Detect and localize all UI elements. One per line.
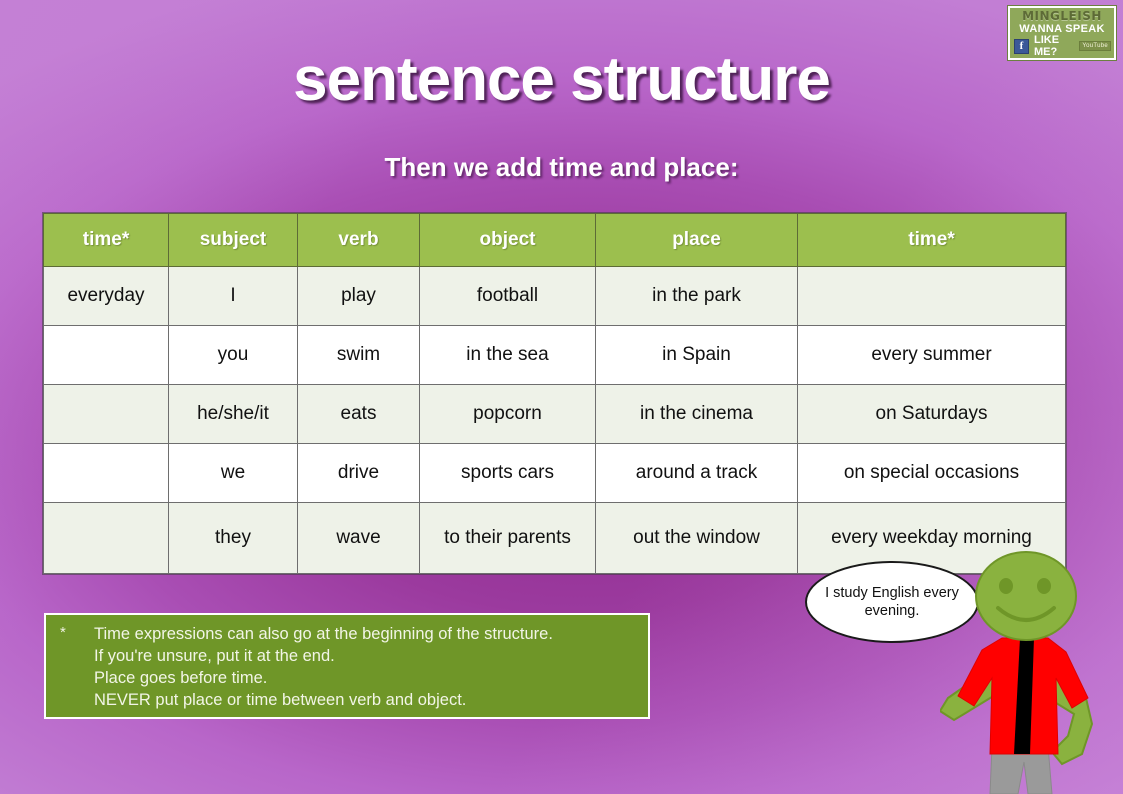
cell-time-end: every summer <box>797 325 1066 385</box>
cell-object: in the sea <box>419 325 596 385</box>
table-header-row: time* subject verb object place time* <box>43 213 1066 267</box>
cell-object: to their parents <box>419 502 596 574</box>
cell-place: in the cinema <box>595 384 798 444</box>
cell-time-end: on Saturdays <box>797 384 1066 444</box>
cell-subject: I <box>168 266 298 326</box>
column-header-time-start: time* <box>43 213 169 267</box>
column-header-place: place <box>595 213 798 267</box>
cell-place: around a track <box>595 443 798 503</box>
sentence-structure-table: time* subject verb object place time* ev… <box>43 213 1066 574</box>
column-header-time-end: time* <box>797 213 1066 267</box>
column-header-verb: verb <box>297 213 420 267</box>
character-head <box>975 551 1077 641</box>
cell-verb: swim <box>297 325 420 385</box>
table-row: you swim in the sea in Spain every summe… <box>43 325 1066 385</box>
cell-time-end: on special occasions <box>797 443 1066 503</box>
cell-place: in the park <box>595 266 798 326</box>
cell-place: in Spain <box>595 325 798 385</box>
cell-object: sports cars <box>419 443 596 503</box>
footnote-list: Time expressions can also go at the begi… <box>58 623 638 711</box>
cell-place: out the window <box>595 502 798 574</box>
cartoon-character <box>940 551 1094 794</box>
footnote-line: Time expressions can also go at the begi… <box>94 625 553 643</box>
cell-time-start <box>43 325 169 385</box>
cell-subject: we <box>168 443 298 503</box>
cell-object: football <box>419 266 596 326</box>
cell-time-end <box>797 266 1066 326</box>
cell-subject: you <box>168 325 298 385</box>
column-header-subject: subject <box>168 213 298 267</box>
cell-verb: drive <box>297 443 420 503</box>
cell-subject: he/she/it <box>168 384 298 444</box>
cell-time-start <box>43 502 169 574</box>
footnote-marker: * <box>60 624 66 641</box>
cell-subject: they <box>168 502 298 574</box>
footnote-line: If you're unsure, put it at the end. <box>94 647 335 665</box>
page-title: sentence structure <box>293 45 831 114</box>
slide-stage: MINGLEISH WANNA SPEAK f LIKE ME? YouTube… <box>0 0 1123 794</box>
footnote-line: Place goes before time. <box>94 669 268 687</box>
cell-verb: eats <box>297 384 420 444</box>
cell-object: popcorn <box>419 384 596 444</box>
footnote-line: NEVER put place or time between verb and… <box>94 691 467 709</box>
cell-verb: wave <box>297 502 420 574</box>
cell-time-start: everyday <box>43 266 169 326</box>
cell-time-start <box>43 443 169 503</box>
cell-verb: play <box>297 266 420 326</box>
cell-time-start <box>43 384 169 444</box>
table-row: everyday I play football in the park <box>43 266 1066 326</box>
footnote-box: * Time expressions can also go at the be… <box>44 613 650 719</box>
table-row: he/she/it eats popcorn in the cinema on … <box>43 384 1066 444</box>
page-subtitle: Then we add time and place: <box>384 152 739 182</box>
logo-brand-text: MINGLEISH <box>1022 9 1102 23</box>
column-header-object: object <box>419 213 596 267</box>
table-row: we drive sports cars around a track on s… <box>43 443 1066 503</box>
